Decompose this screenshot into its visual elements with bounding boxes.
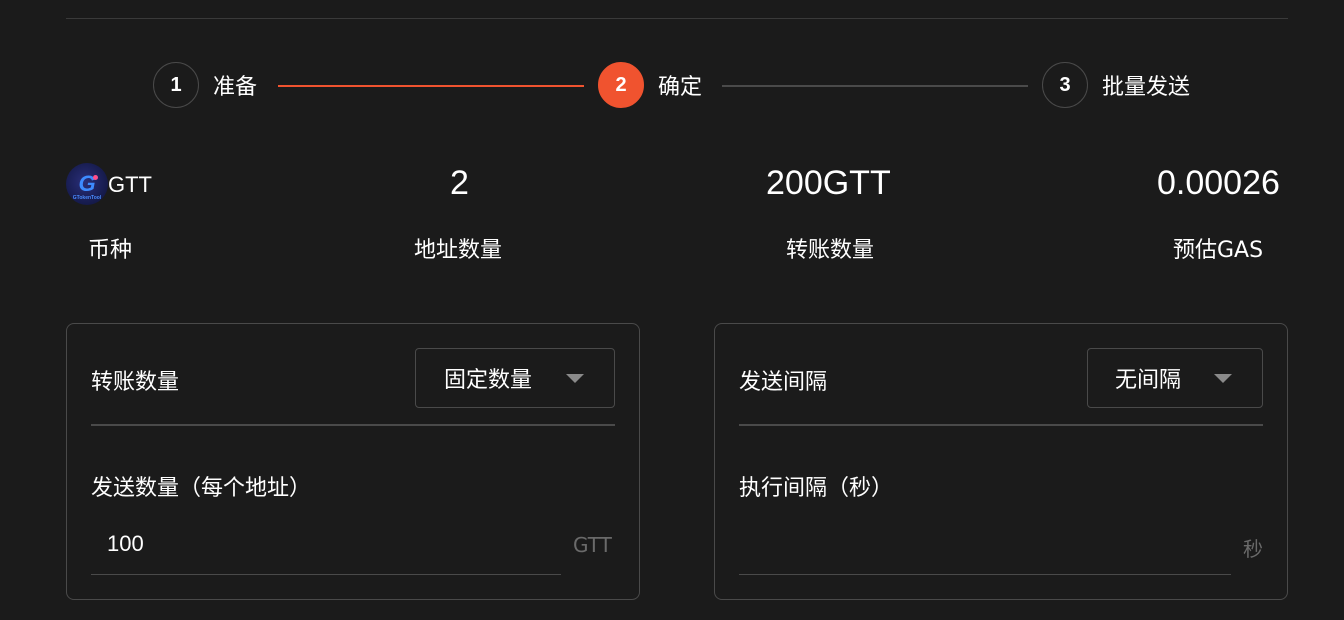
step-label: 准备 — [213, 75, 258, 100]
step-prepare[interactable]: 1 准备 — [153, 62, 257, 108]
card-divider — [91, 424, 615, 426]
step-number: 3 — [1042, 62, 1088, 108]
transfer-amount-card: 转账数量 固定数量 发送数量（每个地址） GTT — [66, 323, 640, 600]
logo-dot — [93, 175, 98, 180]
input-underline — [739, 574, 1231, 575]
step-batch-send[interactable]: 3 批量发送 — [1042, 62, 1190, 108]
logo-caption: GTokenTool — [72, 195, 102, 201]
send-interval-card: 发送间隔 无间隔 执行间隔（秒） 秒 — [714, 323, 1288, 600]
unit-label: GTT — [573, 533, 612, 557]
transfer-amount-value: 200GTT — [766, 164, 891, 202]
top-divider — [66, 18, 1288, 19]
estimated-gas-value: 0.00026 — [1157, 164, 1280, 202]
card-title: 发送间隔 — [739, 370, 828, 395]
chevron-down-icon — [566, 374, 584, 383]
card-divider — [739, 424, 1263, 426]
amount-input[interactable] — [107, 531, 547, 557]
select-value: 固定数量 — [444, 368, 533, 393]
token-label: 币种 — [88, 238, 133, 263]
token-logo-icon: G GTokenTool — [66, 163, 108, 205]
address-count-label: 地址数量 — [414, 238, 503, 263]
field-label: 执行间隔（秒） — [739, 476, 894, 501]
step-number: 2 — [598, 62, 644, 108]
step-label: 批量发送 — [1102, 75, 1191, 100]
interval-mode-select[interactable]: 无间隔 — [1087, 348, 1263, 408]
unit-label: 秒 — [1243, 537, 1263, 561]
amount-mode-select[interactable]: 固定数量 — [415, 348, 615, 408]
step-connector-2 — [722, 85, 1028, 87]
field-label: 发送数量（每个地址） — [91, 476, 312, 501]
step-number: 1 — [153, 62, 199, 108]
step-label: 确定 — [658, 75, 703, 100]
transfer-amount-label: 转账数量 — [786, 238, 875, 263]
select-value: 无间隔 — [1115, 368, 1182, 393]
step-confirm[interactable]: 2 确定 — [598, 62, 702, 108]
chevron-down-icon — [1214, 374, 1232, 383]
card-title: 转账数量 — [91, 370, 180, 395]
interval-input[interactable] — [755, 531, 1195, 557]
step-connector-1 — [278, 85, 584, 87]
input-underline — [91, 574, 561, 575]
address-count-value: 2 — [450, 164, 469, 202]
estimated-gas-label: 预估GAS — [1173, 238, 1264, 263]
token-name: GTT — [108, 172, 152, 197]
